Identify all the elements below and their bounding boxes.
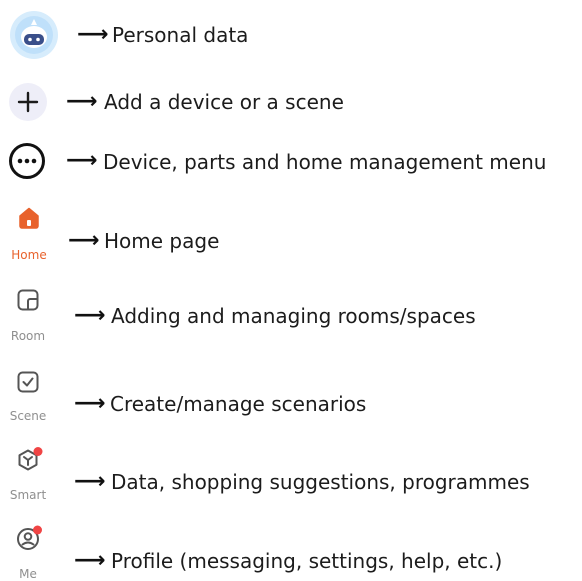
- legend-description: Create/manage scenarios: [110, 392, 367, 416]
- arrow-icon: ⟶: [74, 548, 106, 573]
- legend-row-smart: Smart ⟶ Data, shopping suggestions, prog…: [0, 443, 582, 505]
- arrow-icon: ⟶: [74, 303, 106, 328]
- avatar-icon[interactable]: [9, 10, 59, 64]
- legend-row-scene: Scene ⟶ Create/manage scenarios: [0, 367, 582, 427]
- legend-row-add: ⟶ Add a device or a scene: [0, 78, 582, 128]
- home-icon[interactable]: [17, 206, 41, 234]
- arrow-icon: ⟶: [66, 148, 98, 173]
- legend-row-avatar: ⟶ Personal data: [0, 0, 582, 70]
- tab-room-label[interactable]: Room: [0, 330, 56, 342]
- arrow-icon: ⟶: [66, 89, 98, 114]
- legend-description: Data, shopping suggestions, programmes: [111, 470, 530, 494]
- tab-me-label[interactable]: Me: [0, 568, 56, 580]
- arrow-icon: ⟶: [74, 469, 106, 494]
- tab-smart-label[interactable]: Smart: [0, 489, 56, 501]
- legend-row-home: Home ⟶ Home page: [0, 202, 582, 266]
- legend-row-more: ⟶ Device, parts and home management menu: [0, 140, 582, 186]
- arrow-icon: ⟶: [74, 391, 106, 416]
- room-icon[interactable]: [16, 288, 40, 316]
- legend-row-me: Me ⟶ Profile (messaging, settings, help,…: [0, 522, 582, 581]
- plus-icon[interactable]: [8, 82, 48, 126]
- legend-row-room: Room ⟶ Adding and managing rooms/spaces: [0, 285, 582, 347]
- legend-description: Device, parts and home management menu: [103, 150, 547, 174]
- legend-description: Profile (messaging, settings, help, etc.…: [111, 549, 503, 573]
- more-icon[interactable]: [8, 142, 46, 184]
- scene-icon[interactable]: [16, 370, 40, 398]
- arrow-icon: ⟶: [68, 228, 100, 253]
- legend-description: Adding and managing rooms/spaces: [111, 304, 476, 328]
- legend-description: Home page: [104, 229, 220, 253]
- me-icon[interactable]: [15, 524, 45, 558]
- tab-home-label[interactable]: Home: [1, 249, 57, 261]
- smart-icon[interactable]: [15, 446, 45, 480]
- legend-description: Add a device or a scene: [104, 90, 344, 114]
- legend-description: Personal data: [112, 23, 249, 47]
- arrow-icon: ⟶: [77, 22, 109, 47]
- tab-scene-label[interactable]: Scene: [0, 410, 56, 422]
